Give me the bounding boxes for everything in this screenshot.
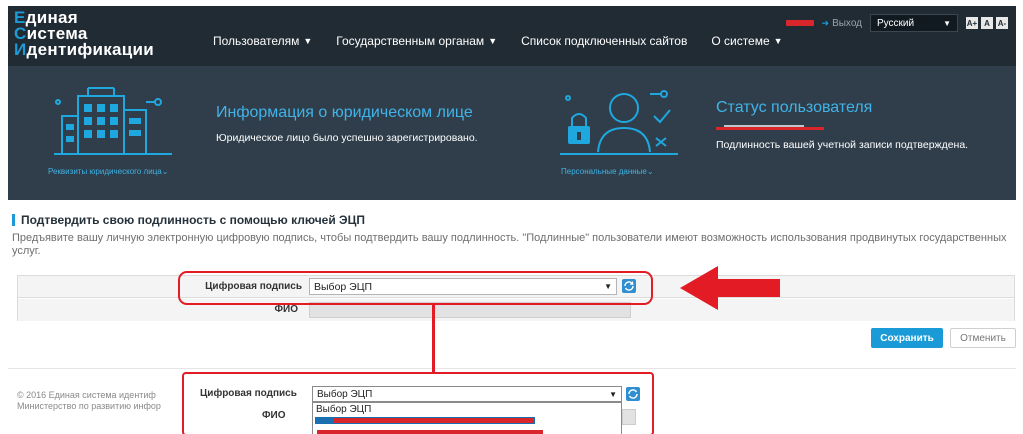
user-status-text: Подлинность вашей учетной записи подтвер… <box>716 139 969 151</box>
font-decrease-button[interactable]: A- <box>996 17 1008 29</box>
username-redacted-mark <box>716 125 824 130</box>
fio-label: ФИО <box>274 304 298 315</box>
nav-about[interactable]: О системе ▼ <box>711 34 782 48</box>
zoom-signature-options: Выбор ЭЦП <box>312 402 622 434</box>
footer-ministry: Министерство по развитию инфор <box>17 401 161 411</box>
user-status-title: Статус пользователя <box>716 99 873 116</box>
info-panel: Реквизиты юридического лица⌄ Информация … <box>8 66 1016 200</box>
footer-copyright: © 2016 Единая система идентиф <box>17 390 156 400</box>
save-button[interactable]: Сохранить <box>871 328 943 348</box>
cancel-button[interactable]: Отменить <box>950 328 1016 348</box>
main-nav: Пользователям ▼ Государственным органам ▼ … <box>213 34 783 48</box>
dropdown-option[interactable]: Выбор ЭЦП <box>316 404 371 415</box>
zoom-fio-label: ФИО <box>262 410 286 421</box>
caret-down-icon: ▼ <box>773 36 783 46</box>
annotation-zoom-dropdown: Цифровая подпись Выбор ЭЦП ▼ ФИО Выбор Э… <box>182 372 654 434</box>
annotation-connector <box>432 305 435 373</box>
caret-down-icon: ▼ <box>488 36 498 46</box>
caret-down-icon: ▼ <box>943 18 951 28</box>
logout-link[interactable]: ➜ Выход <box>822 18 862 29</box>
language-select[interactable]: Русский ▼ <box>870 14 958 32</box>
site-logo[interactable]: Единая Система Идентификации <box>14 9 194 59</box>
font-size-controls: A+ A A- <box>966 17 1008 29</box>
redacted-option-mark[interactable] <box>317 430 543 434</box>
logo-line-3: Идентификации <box>14 40 155 59</box>
nav-connected-sites[interactable]: Список подключенных сайтов <box>521 34 687 48</box>
top-right-controls: ➜ Выход Русский ▼ A+ A A- <box>785 14 1008 32</box>
company-info-text: Юридическое лицо было успешно зарегистри… <box>216 132 478 144</box>
annotation-highlight-signature <box>178 271 653 305</box>
zoom-fio-field <box>622 409 636 425</box>
personal-data-link[interactable]: Персональные данные⌄ <box>561 167 654 176</box>
user-verified-icon <box>560 90 678 155</box>
section-description: Предъявите вашу личную электронную цифро… <box>12 232 1007 257</box>
company-details-link[interactable]: Реквизиты юридического лица⌄ <box>48 167 168 176</box>
redacted-option-mark <box>333 418 533 423</box>
chevron-down-icon: ⌄ <box>646 167 654 176</box>
section-heading: Подтвердить свою подлинность с помощью к… <box>12 213 365 227</box>
heading-accent-bar <box>12 214 15 226</box>
zoom-signature-select[interactable]: Выбор ЭЦП ▼ <box>312 386 622 402</box>
company-info-title: Информация о юридическом лице <box>216 104 473 121</box>
logout-icon: ➜ <box>821 17 830 28</box>
nav-gov-agencies[interactable]: Государственным органам ▼ <box>336 34 497 48</box>
caret-down-icon: ▼ <box>303 36 313 46</box>
username-redacted <box>785 20 814 26</box>
zoom-signature-label: Цифровая подпись <box>200 388 297 399</box>
nav-users[interactable]: Пользователям ▼ <box>213 34 312 48</box>
font-increase-button[interactable]: A+ <box>966 17 978 29</box>
building-icon <box>54 87 172 155</box>
font-normal-button[interactable]: A <box>981 17 993 29</box>
caret-down-icon: ▼ <box>609 389 617 399</box>
chevron-down-icon: ⌄ <box>161 167 169 176</box>
top-navbar: Единая Система Идентификации Пользовател… <box>8 6 1016 66</box>
refresh-icon[interactable] <box>626 387 640 401</box>
footer-divider <box>8 368 1016 369</box>
page: Единая Система Идентификации Пользовател… <box>0 0 1023 434</box>
annotation-arrow-icon <box>680 266 780 310</box>
